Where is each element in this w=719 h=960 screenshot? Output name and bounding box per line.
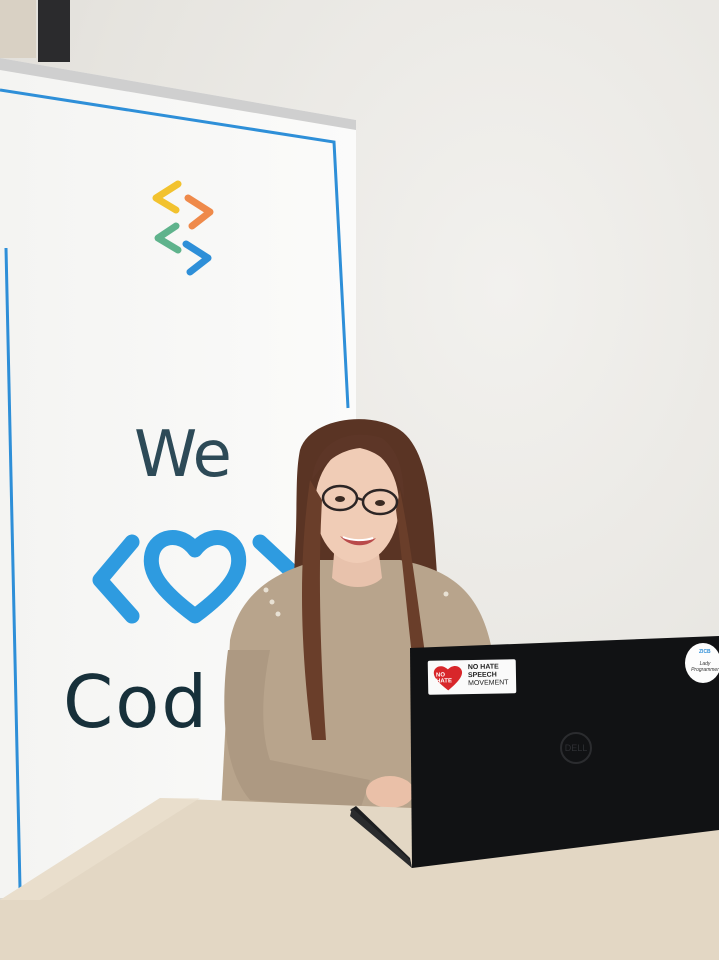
banner-word-code: Cod: [63, 660, 210, 744]
lady-programmer-sticker: ZICB Lady Programmer: [685, 643, 719, 683]
banner-pole: [38, 0, 70, 62]
laptop: DELL: [350, 636, 719, 868]
sticker-line-3: MOVEMENT: [468, 679, 509, 688]
no-hate-sticker: NO HATE NO HATE SPEECH MOVEMENT: [427, 659, 517, 695]
background-panel: [0, 0, 36, 58]
dell-logo-text: DELL: [565, 743, 588, 753]
no-hate-heart-text: NO HATE: [435, 672, 453, 685]
photo-scene: We Cod DELL NO HATE NO HATE SPEECH MOVEM…: [0, 0, 719, 960]
no-hate-lines: NO HATE SPEECH MOVEMENT: [468, 663, 509, 688]
code-chevrons-logo-icon: [152, 180, 214, 276]
sticker-top-text: ZICB: [699, 649, 711, 655]
sticker-bottom-text: Lady Programmer: [691, 661, 719, 673]
